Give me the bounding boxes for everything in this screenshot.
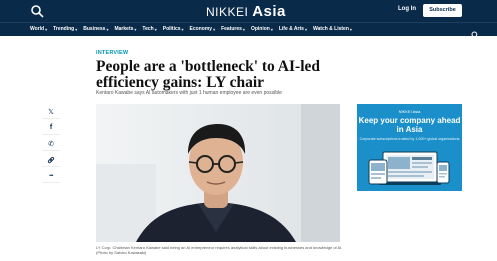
chevron-down-icon: ▾ — [304, 26, 307, 32]
nav-label: Life & Arts — [278, 26, 304, 32]
nav-item-trending[interactable]: Trending ▾ — [53, 26, 77, 32]
search-icon[interactable] — [30, 4, 44, 18]
nav-item-economy[interactable]: Economy ▾ — [190, 26, 216, 32]
logo-brand: NIKKEI — [206, 5, 249, 19]
nav-label: Watch & Listen — [312, 26, 349, 32]
chevron-down-icon: ▾ — [106, 26, 109, 32]
top-header: NIKKEI Asia Log In Subscribe — [0, 0, 497, 22]
chevron-down-icon: ▾ — [349, 26, 352, 32]
link-icon — [47, 156, 55, 163]
chevron-down-icon: ▾ — [181, 26, 184, 32]
subscription-ad[interactable]: NIKKEI Asia Keep your company ahead in A… — [357, 104, 462, 191]
logo-region: Asia — [252, 3, 286, 20]
nav-label: Opinion — [250, 26, 270, 32]
share-facebook-button[interactable]: f — [42, 121, 60, 135]
share-whatsapp-button[interactable]: ✆ — [42, 137, 60, 151]
more-icon: ••• — [49, 172, 53, 179]
nav-item-markets[interactable]: Markets ▾ — [114, 26, 136, 32]
chevron-down-icon: ▾ — [45, 26, 48, 32]
share-link-button[interactable] — [42, 153, 60, 167]
nav-label: Trending — [53, 26, 75, 32]
chevron-down-icon: ▾ — [213, 26, 216, 32]
photo-caption: LY Corp. Chairman Kentaro Kawabe said be… — [96, 245, 343, 255]
share-more-button[interactable]: ••• — [42, 169, 60, 183]
chevron-down-icon: ▾ — [75, 26, 78, 32]
chevron-down-icon: ▾ — [134, 26, 137, 32]
nav-search-icon[interactable] — [471, 26, 479, 39]
nav-item-tech[interactable]: Tech ▾ — [142, 26, 156, 32]
chevron-down-icon: ▾ — [154, 26, 157, 32]
nav-item-life-arts[interactable]: Life & Arts ▾ — [279, 26, 307, 32]
share-x-button[interactable]: 𝕏 — [42, 105, 60, 119]
main-nav: World ▾ Trending ▾ Business ▾ Markets ▾ Tech… — [0, 22, 497, 39]
whatsapp-icon: ✆ — [48, 140, 54, 148]
nav-label: Politics — [162, 26, 181, 32]
nav-item-politics[interactable]: Politics ▾ — [163, 26, 184, 32]
x-icon: 𝕏 — [48, 108, 54, 116]
subscribe-button[interactable]: Subscribe — [423, 4, 462, 17]
chevron-down-icon: ▾ — [242, 26, 245, 32]
site-logo[interactable]: NIKKEI Asia — [206, 3, 286, 20]
nav-label: Business — [83, 26, 106, 32]
nav-item-business[interactable]: Business ▾ — [83, 26, 108, 32]
article-photo — [96, 104, 340, 242]
nav-label: Markets — [114, 26, 134, 32]
share-bar: 𝕏 f ✆ ••• — [42, 105, 60, 185]
chevron-down-icon: ▾ — [270, 26, 273, 32]
article-subhead: Kentaro Kawabe says AI automakers with j… — [96, 90, 282, 96]
nav-item-watch-listen[interactable]: Watch & Listen ▾ — [313, 26, 352, 32]
nav-item-opinion[interactable]: Opinion ▾ — [251, 26, 273, 32]
nav-item-world[interactable]: World ▾ — [30, 26, 47, 32]
nav-label: Tech — [142, 26, 154, 32]
nav-label: World — [30, 26, 45, 32]
nav-label: Economy — [189, 26, 213, 32]
facebook-icon: f — [49, 124, 53, 131]
login-link[interactable]: Log In — [398, 6, 416, 12]
section-label[interactable]: INTERVIEW — [96, 50, 128, 56]
article-headline: People are a 'bottleneck' to AI-led effi… — [96, 58, 321, 91]
nav-item-features[interactable]: Features ▾ — [221, 26, 245, 32]
device-mockup-image — [368, 151, 450, 185]
nav-label: Features — [221, 26, 242, 32]
